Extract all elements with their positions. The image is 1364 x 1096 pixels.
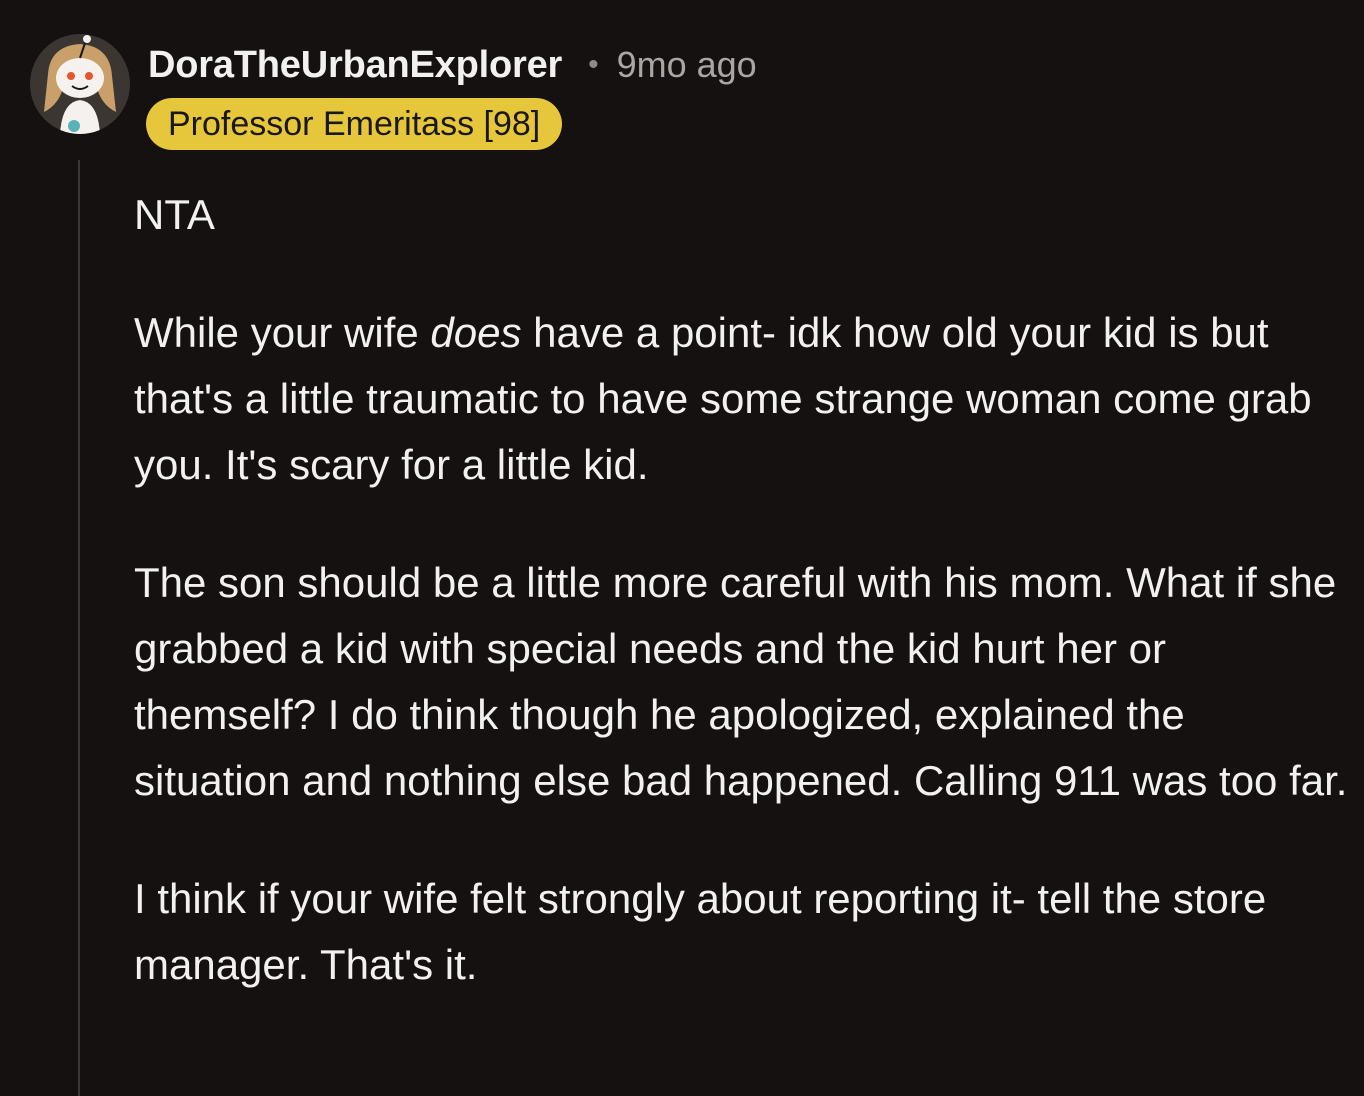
snoo-avatar-icon[interactable]	[30, 34, 130, 134]
paragraph-4: I think if your wife felt strongly about…	[134, 875, 1267, 988]
paragraph-2-start: While your wife	[134, 309, 431, 356]
comment-header: DoraTheUrbanExplorer • 9mo ago	[148, 40, 757, 90]
paragraph-2: While your wife does have a point- idk h…	[134, 300, 1349, 498]
thread-line[interactable]	[78, 160, 80, 1096]
paragraph-verdict: NTA	[134, 191, 215, 238]
paragraph-3: The son should be a little more careful …	[134, 559, 1348, 804]
username-link[interactable]: DoraTheUrbanExplorer	[148, 44, 562, 87]
meta-separator: •	[588, 48, 599, 81]
timestamp[interactable]: 9mo ago	[617, 44, 757, 86]
user-flair-badge[interactable]: Professor Emeritass [98]	[146, 98, 563, 150]
comment-body: NTA While your wife does have a point- i…	[134, 182, 1349, 1050]
emphasis-text: does	[430, 309, 522, 356]
comment: DoraTheUrbanExplorer • 9mo ago Professor…	[0, 0, 1364, 1096]
